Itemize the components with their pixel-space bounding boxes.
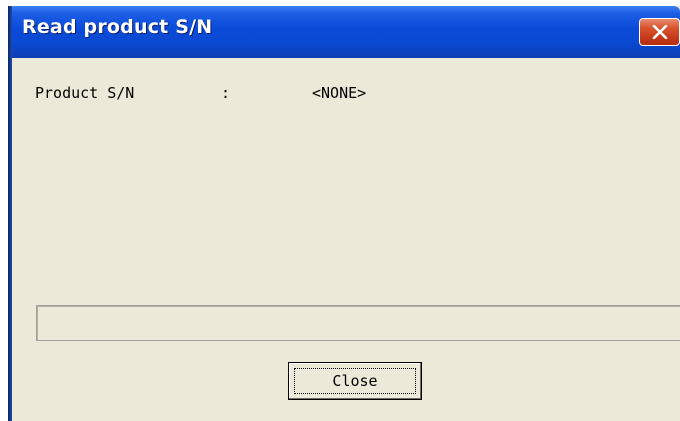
dialog-window: Read product S/N Product S/N : <NONE> Cl… <box>8 6 680 421</box>
product-sn-value: <NONE> <box>312 84 367 102</box>
product-sn-label: Product S/N <box>35 84 135 102</box>
field-separator: : <box>221 84 231 102</box>
window-title: Read product S/N <box>22 16 213 38</box>
title-bar[interactable]: Read product S/N <box>8 6 680 58</box>
title-close-button[interactable] <box>639 18 680 46</box>
close-button[interactable]: Close <box>288 362 422 400</box>
close-button-label: Close <box>332 372 378 390</box>
progress-bar <box>36 305 680 341</box>
close-x-icon <box>652 25 668 39</box>
